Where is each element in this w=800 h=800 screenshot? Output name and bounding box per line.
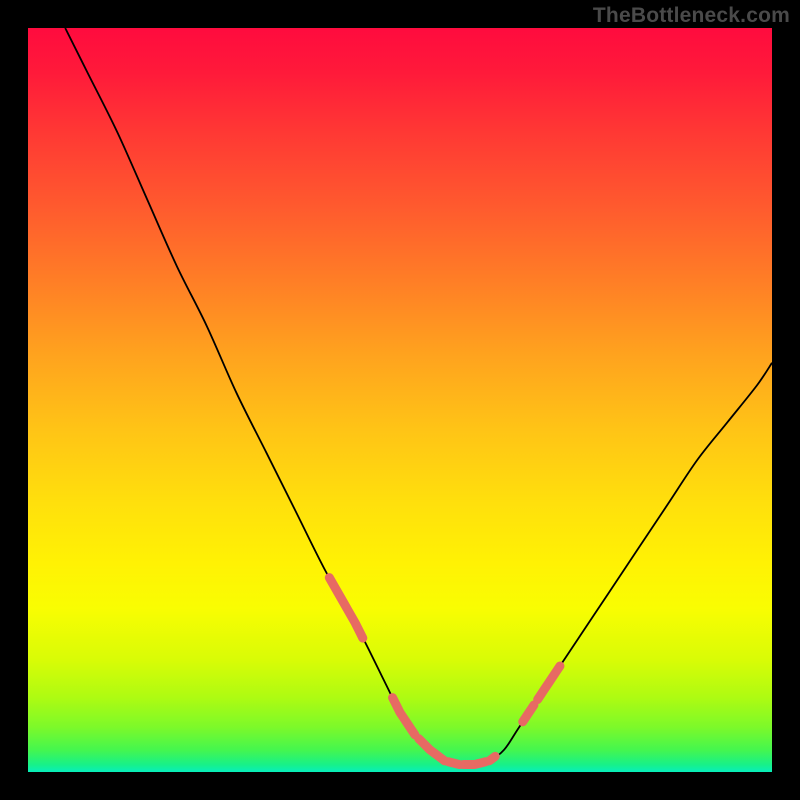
- highlight-segment: [523, 705, 534, 722]
- watermark-text: TheBottleneck.com: [593, 4, 790, 28]
- highlight-segment: [463, 762, 485, 765]
- highlight-segment: [393, 698, 415, 735]
- curve-overlay: [28, 28, 772, 772]
- plot-area: [28, 28, 772, 772]
- highlight-segment: [329, 578, 362, 638]
- highlight-segment: [448, 762, 459, 765]
- highlight-segments: [329, 578, 560, 765]
- chart-frame: TheBottleneck.com: [0, 0, 800, 800]
- highlight-segment: [489, 756, 495, 760]
- highlight-segment: [538, 666, 560, 699]
- bottleneck-curve: [65, 28, 772, 765]
- highlight-segment: [419, 739, 445, 761]
